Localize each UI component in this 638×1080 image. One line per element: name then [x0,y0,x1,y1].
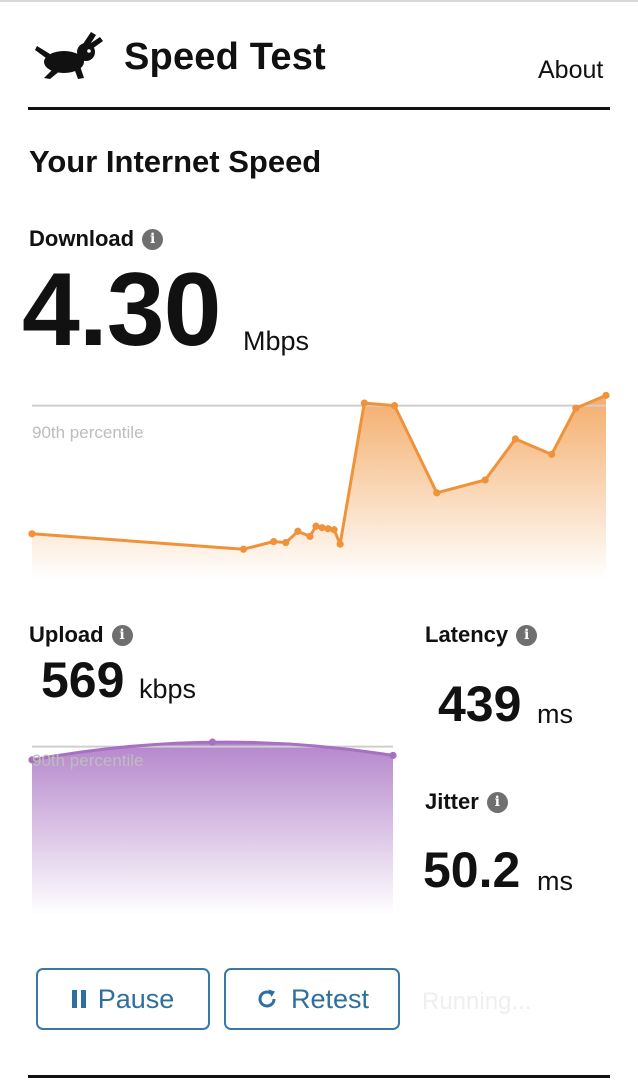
download-point [306,532,314,541]
pause-button-label: Pause [97,983,175,1014]
jitter-value: 50.2 [423,842,521,898]
jitter-label-row: Jitter i [425,789,508,815]
download-point [270,537,278,546]
download-point [28,530,36,538]
section-title: Your Internet Speed [29,144,322,179]
download-point [282,538,290,547]
latency-value: 439 [438,676,522,732]
download-point [433,489,441,497]
pause-icon [71,990,86,1008]
upload-value: 569 [41,652,125,708]
download-point [312,522,320,530]
download-unit: Mbps [243,326,310,356]
latency-info-icon[interactable]: i [516,624,538,646]
header-divider [28,107,610,110]
download-point [481,476,489,484]
status-text: Running... [422,988,532,1015]
download-point [239,545,248,553]
upload-point [389,751,397,760]
about-link[interactable]: About [538,56,603,85]
refresh-icon [258,989,276,1008]
footer-divider [28,1075,610,1078]
download-point [602,391,610,399]
upload-label-row: Upload i [29,622,133,648]
upload-point [208,738,217,746]
upload-chart: 90th percentile [28,738,397,915]
download-point [324,525,332,533]
upload-percentile-label: 90th percentile [32,751,144,770]
upload-unit: kbps [139,674,197,704]
download-point [360,399,368,407]
download-point [511,435,519,443]
latency-label: Latency [425,622,509,647]
download-chart: 90th percentile [28,391,610,580]
download-value: 4.30 [22,252,221,368]
download-point [572,404,580,412]
download-point [548,450,556,458]
retest-button-label: Retest [290,983,370,1014]
latency-label-row: Latency i [425,622,538,648]
download-point [336,540,344,548]
download-point [294,527,302,535]
download-point [330,526,338,534]
jitter-label: Jitter [425,789,479,814]
download-point [318,524,326,532]
latency-unit: ms [537,699,573,729]
app-title: Speed Test [124,36,326,78]
download-label: Download [29,226,135,251]
rabbit-icon [35,32,103,79]
retest-button[interactable]: Retest [224,968,400,1030]
download-info-icon[interactable]: i [142,228,164,250]
pause-button[interactable]: Pause [36,968,210,1030]
download-point [390,402,399,410]
jitter-info-icon[interactable]: i [486,791,508,813]
jitter-unit: ms [537,866,573,896]
download-label-row: Download i [29,226,164,252]
upload-info-icon[interactable]: i [111,624,133,646]
top-edge [0,0,638,2]
upload-label: Upload [29,622,104,647]
download-percentile-label: 90th percentile [32,423,144,442]
